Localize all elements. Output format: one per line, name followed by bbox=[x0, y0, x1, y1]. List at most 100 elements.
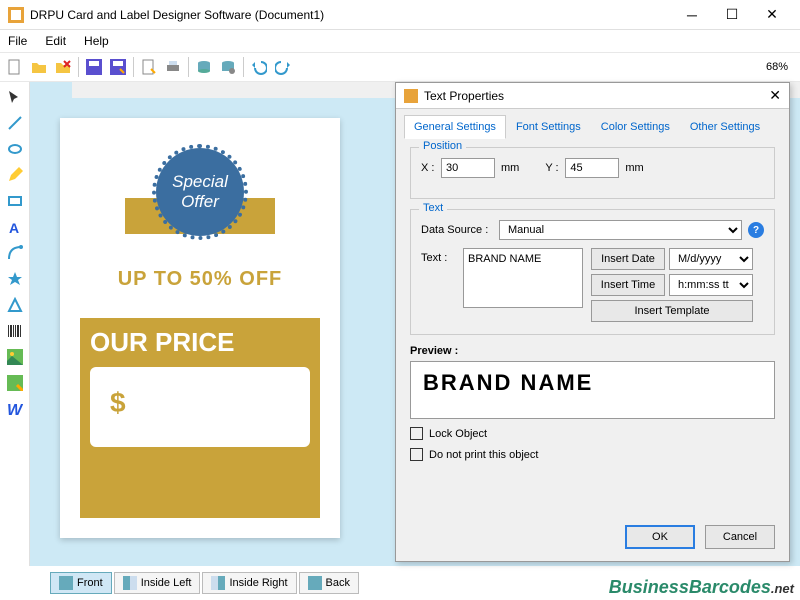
redo-icon[interactable] bbox=[272, 56, 294, 78]
lock-object-label: Lock Object bbox=[429, 428, 487, 440]
menu-help[interactable]: Help bbox=[84, 34, 109, 48]
tab-inside-right[interactable]: Inside Right bbox=[202, 572, 296, 594]
badge-text-2: Offer bbox=[181, 192, 219, 212]
zoom-level[interactable]: 68% bbox=[766, 61, 788, 73]
titlebar: DRPU Card and Label Designer Software (D… bbox=[0, 0, 800, 30]
offer-text: UP TO 50% OFF bbox=[60, 268, 340, 291]
dialog-titlebar: Text Properties ✕ bbox=[396, 83, 789, 109]
maximize-button[interactable]: ☐ bbox=[712, 1, 752, 29]
price-box: $ bbox=[90, 367, 310, 447]
badge-circle: Special Offer bbox=[156, 148, 244, 236]
save-icon[interactable] bbox=[83, 56, 105, 78]
card-preview[interactable]: Special Offer UP TO 50% OFF OUR PRICE $ bbox=[60, 118, 340, 538]
new-icon[interactable] bbox=[4, 56, 26, 78]
insert-time-button[interactable]: Insert Time bbox=[591, 274, 665, 296]
pointer-icon[interactable] bbox=[4, 86, 26, 108]
watermark-brand: BusinessBarcodes bbox=[609, 577, 771, 597]
watermark-tld: .net bbox=[771, 581, 794, 596]
dialog-title: Text Properties bbox=[424, 89, 504, 103]
save-as-icon[interactable] bbox=[107, 56, 129, 78]
window-title: DRPU Card and Label Designer Software (D… bbox=[30, 8, 672, 22]
dialog-close-button[interactable]: ✕ bbox=[769, 87, 781, 104]
menu-edit[interactable]: Edit bbox=[45, 34, 66, 48]
pencil-icon[interactable] bbox=[4, 164, 26, 186]
tab-back[interactable]: Back bbox=[299, 572, 359, 594]
toolbar-separator bbox=[243, 57, 244, 77]
database-settings-icon[interactable] bbox=[217, 56, 239, 78]
x-label: X : bbox=[421, 162, 435, 174]
position-fieldset: Position X : mm Y : mm bbox=[410, 147, 775, 199]
app-icon bbox=[8, 7, 24, 23]
undo-icon[interactable] bbox=[248, 56, 270, 78]
text-properties-dialog: Text Properties ✕ General Settings Font … bbox=[395, 82, 790, 562]
svg-text:W: W bbox=[7, 402, 23, 417]
text-input[interactable] bbox=[463, 248, 583, 308]
toolbar-separator bbox=[133, 57, 134, 77]
date-format-select[interactable]: M/d/yyyy bbox=[669, 248, 753, 270]
y-input[interactable] bbox=[565, 158, 619, 178]
text-icon[interactable]: A bbox=[4, 216, 26, 238]
properties-icon[interactable] bbox=[138, 56, 160, 78]
menubar: File Edit Help bbox=[0, 30, 800, 52]
tab-inside-right-label: Inside Right bbox=[229, 577, 287, 589]
page-tabs: Front Inside Left Inside Right Back bbox=[50, 572, 359, 594]
help-icon[interactable]: ? bbox=[748, 222, 764, 238]
ellipse-icon[interactable] bbox=[4, 138, 26, 160]
close-button[interactable]: ✕ bbox=[752, 1, 792, 29]
insert-template-button[interactable]: Insert Template bbox=[591, 300, 753, 322]
badge-text-1: Special bbox=[172, 172, 228, 192]
line-icon[interactable] bbox=[4, 112, 26, 134]
minimize-button[interactable]: ─ bbox=[672, 1, 712, 29]
tab-color-settings[interactable]: Color Settings bbox=[591, 115, 680, 139]
barcode-icon[interactable] bbox=[4, 320, 26, 342]
tab-front-label: Front bbox=[77, 577, 103, 589]
position-legend: Position bbox=[419, 140, 466, 152]
star-icon[interactable] bbox=[4, 268, 26, 290]
open-icon[interactable] bbox=[28, 56, 50, 78]
currency-symbol: $ bbox=[110, 387, 126, 418]
wordart-icon[interactable]: W bbox=[4, 398, 26, 420]
triangle-icon[interactable] bbox=[4, 294, 26, 316]
watermark: BusinessBarcodes.net bbox=[609, 577, 794, 598]
no-print-label: Do not print this object bbox=[429, 449, 538, 461]
x-unit: mm bbox=[501, 162, 519, 174]
dialog-icon bbox=[404, 89, 418, 103]
badge: Special Offer bbox=[135, 148, 265, 248]
our-price-label: OUR PRICE bbox=[90, 328, 310, 357]
lock-object-checkbox[interactable] bbox=[410, 427, 423, 440]
tab-general-settings[interactable]: General Settings bbox=[404, 115, 506, 139]
svg-text:A: A bbox=[9, 220, 19, 235]
toolbar-separator bbox=[78, 57, 79, 77]
cancel-button[interactable]: Cancel bbox=[705, 525, 775, 549]
image-icon[interactable] bbox=[4, 346, 26, 368]
ok-button[interactable]: OK bbox=[625, 525, 695, 549]
arc-icon[interactable] bbox=[4, 242, 26, 264]
x-input[interactable] bbox=[441, 158, 495, 178]
toolbar: 68% bbox=[0, 52, 800, 82]
preview-label: Preview : bbox=[410, 345, 775, 357]
tab-front[interactable]: Front bbox=[50, 572, 112, 594]
rectangle-icon[interactable] bbox=[4, 190, 26, 212]
insert-date-button[interactable]: Insert Date bbox=[591, 248, 665, 270]
database-icon[interactable] bbox=[193, 56, 215, 78]
dialog-buttons: OK Cancel bbox=[625, 525, 775, 549]
dialog-tabs: General Settings Font Settings Color Set… bbox=[396, 109, 789, 139]
tab-inside-left-label: Inside Left bbox=[141, 577, 192, 589]
data-source-select[interactable]: Manual bbox=[499, 220, 742, 240]
tab-font-settings[interactable]: Font Settings bbox=[506, 115, 591, 139]
library-icon[interactable] bbox=[4, 372, 26, 394]
close-doc-icon[interactable] bbox=[52, 56, 74, 78]
no-print-checkbox[interactable] bbox=[410, 448, 423, 461]
tab-other-settings[interactable]: Other Settings bbox=[680, 115, 770, 139]
text-fieldset: Text Data Source : Manual ? Text : Inser… bbox=[410, 209, 775, 335]
print-icon[interactable] bbox=[162, 56, 184, 78]
y-unit: mm bbox=[625, 162, 643, 174]
left-toolbar: A W bbox=[0, 82, 30, 566]
time-format-select[interactable]: h:mm:ss tt bbox=[669, 274, 753, 296]
toolbar-separator bbox=[188, 57, 189, 77]
tab-inside-left[interactable]: Inside Left bbox=[114, 572, 201, 594]
data-source-label: Data Source : bbox=[421, 224, 493, 236]
menu-file[interactable]: File bbox=[8, 34, 27, 48]
text-legend: Text bbox=[419, 202, 447, 214]
dialog-body: Position X : mm Y : mm Text Data Source … bbox=[396, 139, 789, 469]
